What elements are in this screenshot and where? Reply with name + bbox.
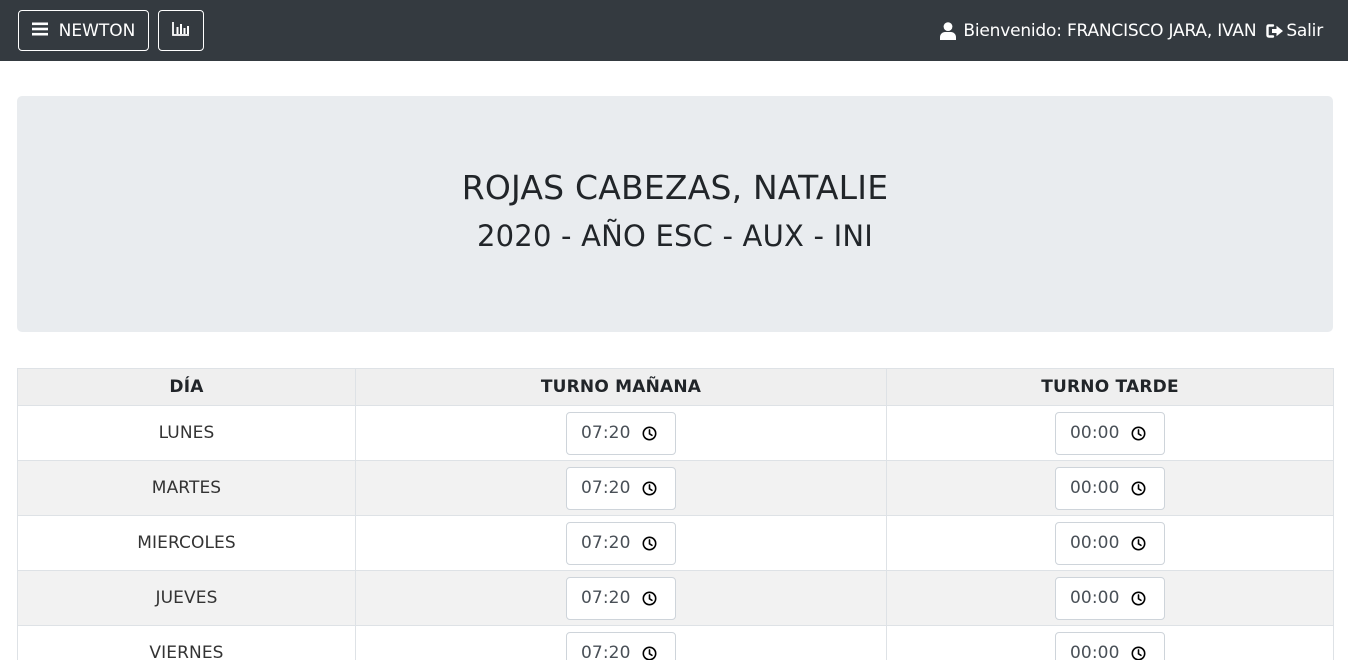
clock-icon[interactable] bbox=[1131, 426, 1146, 441]
logout-label: Salir bbox=[1286, 20, 1323, 41]
stats-button[interactable] bbox=[158, 10, 204, 51]
afternoon-shift-cell: 00:00 bbox=[886, 515, 1334, 571]
afternoon-shift-cell: 00:00 bbox=[886, 625, 1334, 660]
afternoon-shift-cell: 00:00 bbox=[886, 405, 1334, 461]
afternoon-shift-time-input[interactable]: 00:00 bbox=[1055, 631, 1165, 660]
hamburger-icon bbox=[31, 21, 48, 41]
afternoon-shift-time-input[interactable]: 00:00 bbox=[1055, 576, 1165, 620]
afternoon-shift-time-value: 00:00 bbox=[1070, 588, 1120, 608]
menu-button-label: NEWTON bbox=[58, 20, 136, 41]
morning-shift-time-value: 07:20 bbox=[581, 478, 631, 498]
clock-icon[interactable] bbox=[1131, 481, 1146, 496]
column-header-day: DÍA bbox=[17, 368, 356, 406]
afternoon-shift-cell: 00:00 bbox=[886, 460, 1334, 516]
afternoon-shift-time-value: 00:00 bbox=[1070, 643, 1120, 660]
table-row: MARTES 07:20 00:00 bbox=[17, 460, 1334, 516]
morning-shift-cell: 07:20 bbox=[355, 570, 887, 626]
afternoon-shift-cell: 00:00 bbox=[886, 570, 1334, 626]
morning-shift-time-value: 07:20 bbox=[581, 643, 631, 660]
morning-shift-time-input[interactable]: 07:20 bbox=[566, 631, 676, 660]
morning-shift-time-input[interactable]: 07:20 bbox=[566, 411, 676, 455]
year-level-subtitle: 2020 - AÑO ESC - AUX - INI bbox=[477, 219, 873, 253]
table-row: LUNES 07:20 00:00 bbox=[17, 405, 1334, 461]
day-cell: MIERCOLES bbox=[17, 515, 356, 571]
schedule-table-container: DÍA TURNO MAÑANA TURNO TARDE LUNES 07:20 0… bbox=[17, 368, 1334, 660]
clock-icon[interactable] bbox=[642, 536, 657, 551]
morning-shift-time-value: 07:20 bbox=[581, 533, 631, 553]
table-row: VIERNES 07:20 00:00 bbox=[17, 625, 1334, 660]
schedule-table: DÍA TURNO MAÑANA TURNO TARDE LUNES 07:20 0… bbox=[17, 368, 1334, 660]
afternoon-shift-time-value: 00:00 bbox=[1070, 533, 1120, 553]
morning-shift-time-value: 07:20 bbox=[581, 588, 631, 608]
day-cell: MARTES bbox=[17, 460, 356, 516]
morning-shift-cell: 07:20 bbox=[355, 515, 887, 571]
morning-shift-cell: 07:20 bbox=[355, 460, 887, 516]
menu-button[interactable]: NEWTON bbox=[18, 10, 149, 51]
header-jumbotron: ROJAS CABEZAS, NATALIE 2020 - AÑO ESC - … bbox=[17, 96, 1333, 332]
day-cell: VIERNES bbox=[17, 625, 356, 660]
morning-shift-time-input[interactable]: 07:20 bbox=[566, 466, 676, 510]
clock-icon[interactable] bbox=[1131, 591, 1146, 606]
user-area: Bienvenido: FRANCISCO JARA, IVAN Salir bbox=[940, 0, 1323, 61]
clock-icon[interactable] bbox=[642, 591, 657, 606]
day-cell: LUNES bbox=[17, 405, 356, 461]
top-navbar: NEWTON Bienvenido: FRANCISCO JARA, IVAN … bbox=[0, 0, 1348, 61]
afternoon-shift-time-input[interactable]: 00:00 bbox=[1055, 466, 1165, 510]
morning-shift-time-value: 07:20 bbox=[581, 423, 631, 443]
afternoon-shift-time-input[interactable]: 00:00 bbox=[1055, 521, 1165, 565]
clock-icon[interactable] bbox=[642, 481, 657, 496]
clock-icon[interactable] bbox=[1131, 536, 1146, 551]
user-welcome: Bienvenido: FRANCISCO JARA, IVAN bbox=[940, 20, 1257, 41]
morning-shift-time-input[interactable]: 07:20 bbox=[566, 576, 676, 620]
column-header-afternoon-shift: TURNO TARDE bbox=[886, 368, 1334, 406]
column-header-morning-shift: TURNO MAÑANA bbox=[355, 368, 887, 406]
morning-shift-cell: 07:20 bbox=[355, 625, 887, 660]
clock-icon[interactable] bbox=[642, 646, 657, 660]
sign-out-icon bbox=[1266, 23, 1284, 39]
table-row: JUEVES 07:20 00:00 bbox=[17, 570, 1334, 626]
afternoon-shift-time-value: 00:00 bbox=[1070, 478, 1120, 498]
clock-icon[interactable] bbox=[642, 426, 657, 441]
day-cell: JUEVES bbox=[17, 570, 356, 626]
clock-icon[interactable] bbox=[1131, 646, 1146, 660]
table-row: MIERCOLES 07:20 00:00 bbox=[17, 515, 1334, 571]
welcome-text: Bienvenido: FRANCISCO JARA, IVAN bbox=[963, 20, 1257, 41]
morning-shift-time-input[interactable]: 07:20 bbox=[566, 521, 676, 565]
bar-chart-icon bbox=[172, 21, 190, 41]
afternoon-shift-time-input[interactable]: 00:00 bbox=[1055, 411, 1165, 455]
user-icon bbox=[940, 21, 957, 40]
morning-shift-cell: 07:20 bbox=[355, 405, 887, 461]
person-name: ROJAS CABEZAS, NATALIE bbox=[461, 168, 889, 207]
afternoon-shift-time-value: 00:00 bbox=[1070, 423, 1120, 443]
logout-link[interactable]: Salir bbox=[1266, 21, 1323, 41]
table-header-row: DÍA TURNO MAÑANA TURNO TARDE bbox=[17, 368, 1334, 406]
